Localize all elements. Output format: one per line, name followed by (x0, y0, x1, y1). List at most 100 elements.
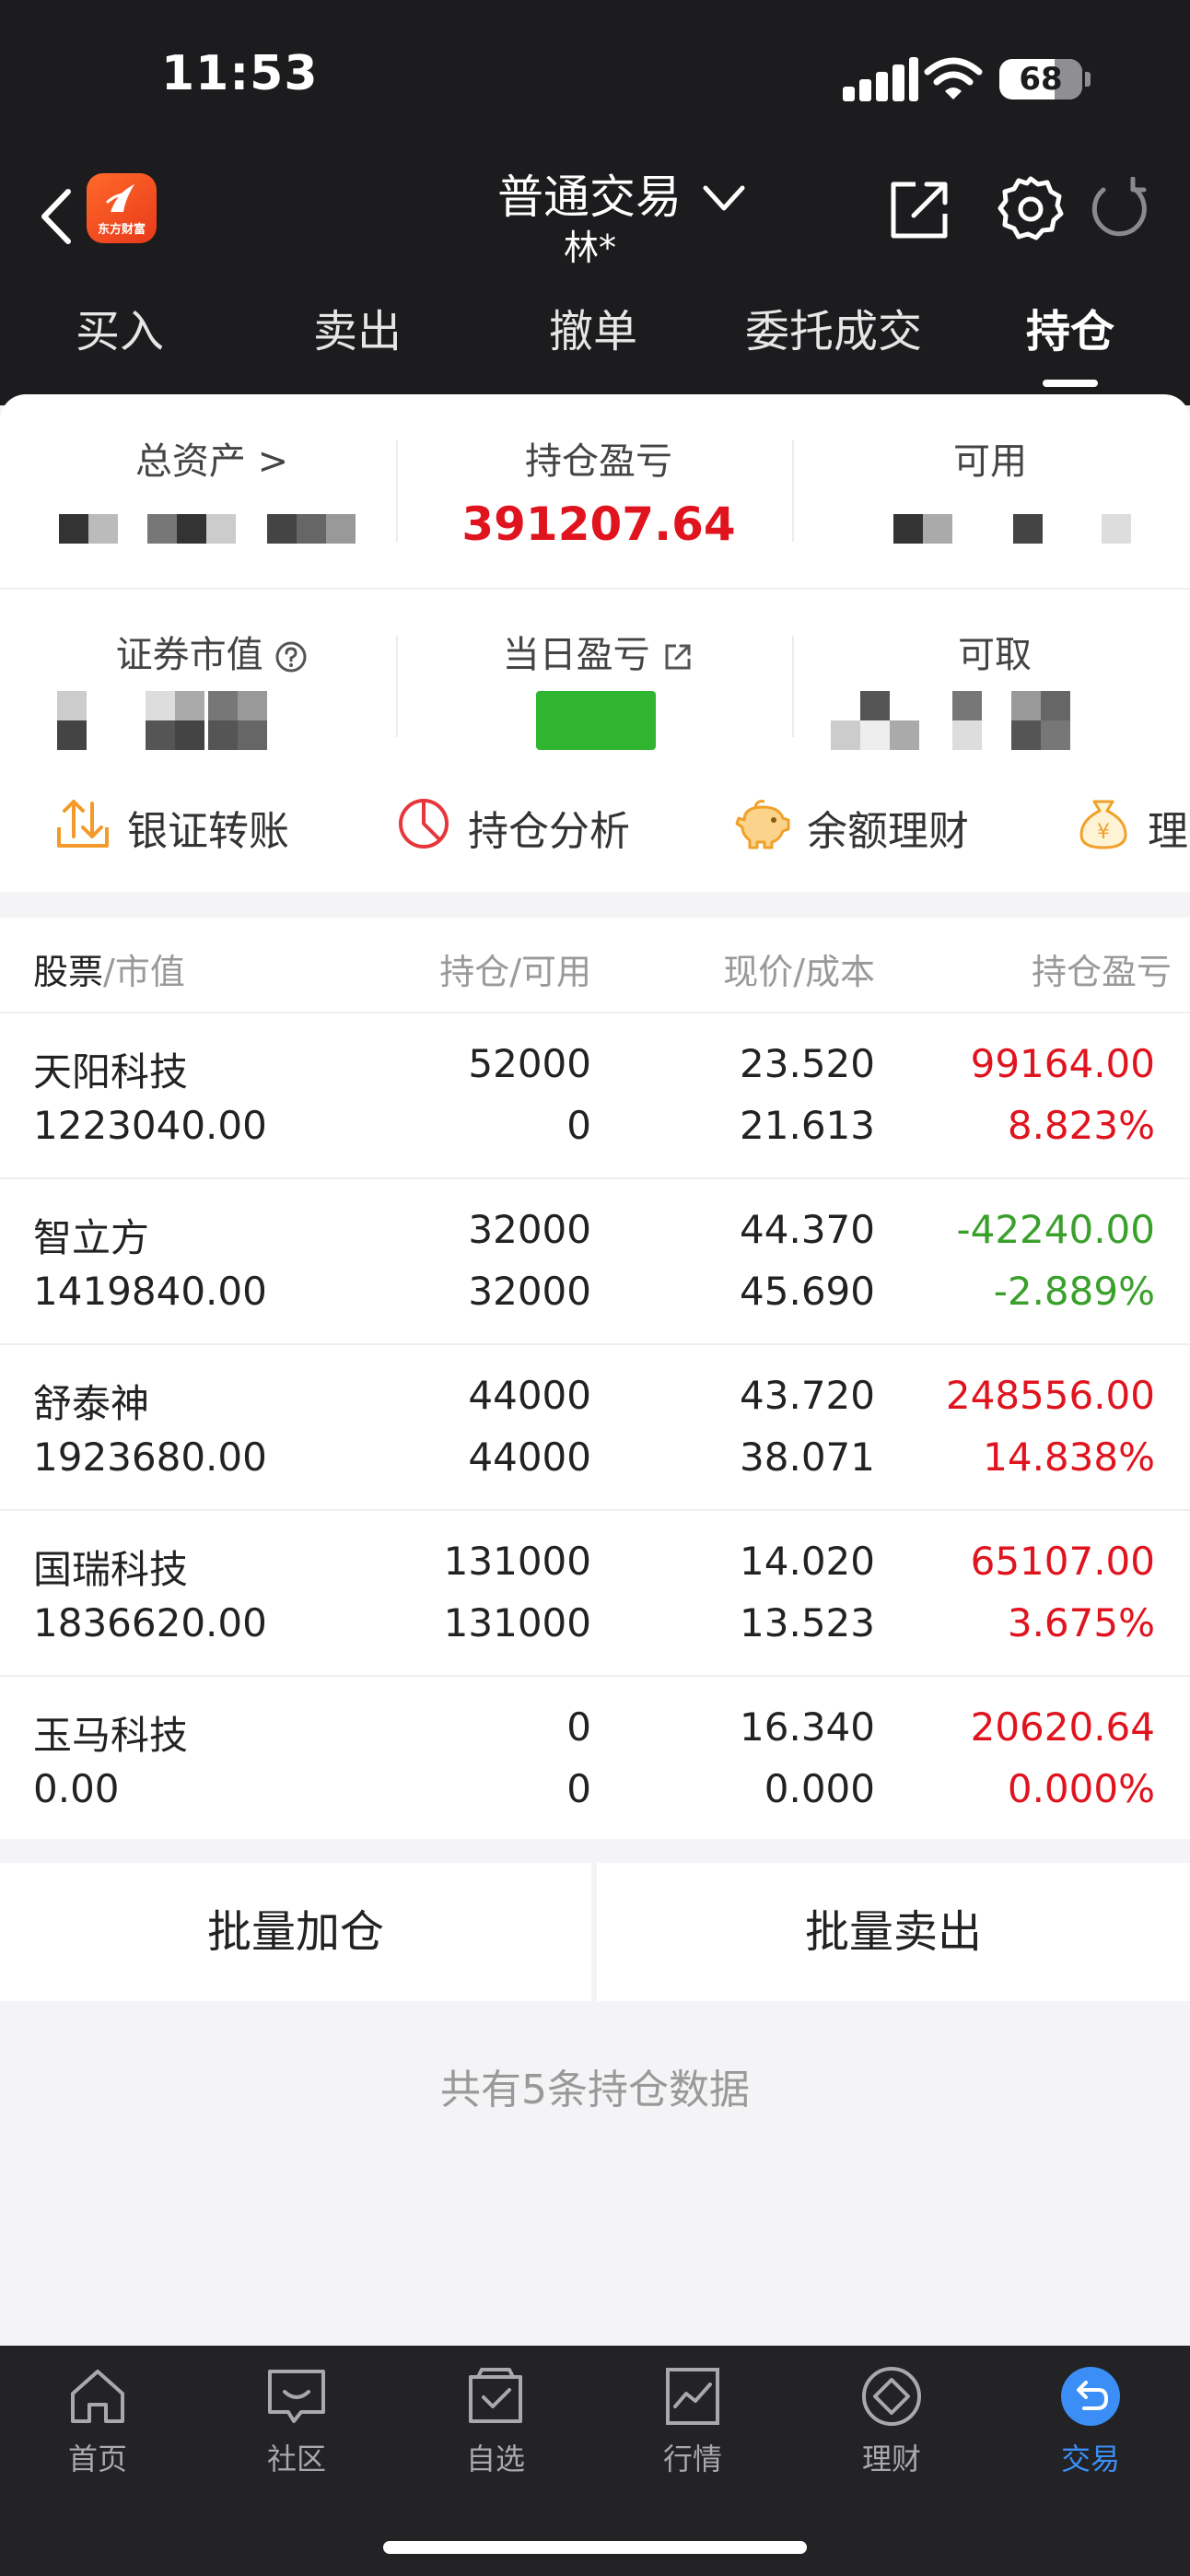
table-row[interactable]: 玉马科技 0.00 0 0 16.340 0.000 20620.64 0.00… (0, 1677, 1190, 1841)
stock-pnl: 65107.00 (970, 1539, 1155, 1584)
table-row[interactable]: 国瑞科技 1836620.00 131000 131000 14.020 13.… (0, 1511, 1190, 1677)
header-stock: 股票 (33, 952, 104, 992)
pie-chart-icon (399, 799, 449, 849)
header-market-value: /市值 (103, 952, 185, 992)
position-analysis-label: 持仓分析 (468, 808, 630, 855)
stock-available: 0 (566, 1103, 591, 1148)
help-icon[interactable] (274, 640, 308, 673)
home-icon (71, 2370, 124, 2423)
stock-market-value: 1223040.00 (33, 1103, 267, 1148)
stock-pnl-percent: 3.675% (1007, 1600, 1155, 1645)
tab-cancel[interactable]: 撤单 (519, 295, 667, 369)
divider (792, 636, 794, 737)
back-icon[interactable] (35, 186, 81, 247)
bank-transfer-button[interactable]: 银证转账 (55, 790, 332, 864)
stock-name: 国瑞科技 (33, 1547, 189, 1592)
refresh-icon[interactable] (1087, 177, 1151, 241)
divider (396, 636, 398, 737)
wealth-management-button[interactable]: ¥ 理财 (1076, 790, 1190, 864)
withdrawable-label: 可取 (958, 634, 1032, 676)
stock-position: 131000 (443, 1539, 591, 1584)
table-row[interactable]: 天阳科技 1223040.00 52000 0 23.520 21.613 99… (0, 1013, 1190, 1179)
tabbar-community[interactable]: 社区 (241, 2364, 352, 2502)
position-analysis-button[interactable]: 持仓分析 (396, 790, 672, 864)
stock-position: 44000 (468, 1373, 591, 1418)
stock-market-value: 1836620.00 (33, 1600, 267, 1645)
community-icon (268, 2370, 325, 2423)
stock-name: 玉马科技 (33, 1713, 189, 1758)
divider (792, 440, 794, 542)
holdings-count-note: 共有5条持仓数据 (440, 2067, 750, 2113)
transfer-icon (57, 800, 109, 848)
wealth-icon (862, 2367, 921, 2426)
tab-orders[interactable]: 委托成交 (728, 295, 939, 369)
stock-pnl-percent: -2.889% (993, 1269, 1155, 1314)
gear-icon[interactable] (997, 175, 1065, 243)
tabbar-watchlist-label: 自选 (465, 2441, 525, 2476)
available-value-masked (838, 514, 1133, 544)
batch-add-label: 批量加仓 (206, 1906, 384, 1958)
wifi-icon (924, 57, 983, 100)
daily-pnl[interactable]: 当日盈亏 (405, 625, 792, 678)
stock-market-value: 1419840.00 (33, 1269, 267, 1314)
trade-tabs: 买入 卖出 撤单 委托成交 持仓 (0, 295, 1190, 369)
market-value: 证券市值 (18, 625, 405, 678)
market-value-masked (57, 691, 333, 750)
total-assets-value-masked (59, 514, 359, 544)
tabbar-home-label: 首页 (67, 2441, 127, 2476)
stock-cost: 0.000 (764, 1766, 875, 1811)
app-logo: 东方财富 (87, 173, 157, 243)
tabbar-market[interactable]: 行情 (637, 2364, 748, 2502)
balance-wealth-button[interactable]: 余额理财 (735, 790, 1011, 864)
stock-pnl-percent: 14.838% (983, 1434, 1155, 1480)
chevron-down-icon[interactable] (698, 175, 750, 221)
daily-pnl-masked (536, 691, 656, 750)
tab-sell[interactable]: 卖出 (284, 295, 431, 369)
position-pnl: 持仓盈亏 391207.64 (405, 431, 792, 551)
stock-price: 14.020 (740, 1539, 875, 1584)
tab-buy[interactable]: 买入 (46, 295, 193, 369)
withdrawable-value-masked (831, 691, 1070, 750)
stock-pnl-percent: 0.000% (1007, 1766, 1155, 1811)
table-row[interactable]: 智立方 1419840.00 32000 32000 44.370 45.690… (0, 1179, 1190, 1345)
tabbar-watchlist[interactable]: 自选 (440, 2364, 551, 2502)
stock-price: 43.720 (740, 1373, 875, 1418)
total-assets[interactable]: 总资产 > (18, 431, 405, 485)
piggy-bank-icon (735, 800, 790, 849)
nav-bar: 东方财富 普通交易 林* (0, 157, 1190, 276)
stock-pnl: -42240.00 (956, 1207, 1155, 1252)
position-pnl-value: 391207.64 (461, 498, 736, 551)
tab-positions[interactable]: 持仓 (997, 295, 1144, 369)
stock-available: 44000 (468, 1434, 591, 1480)
status-bar: 11:53 68 (0, 0, 1190, 157)
stock-available: 32000 (468, 1269, 591, 1314)
stock-cost: 21.613 (740, 1103, 875, 1148)
account-summary-card: 总资产 > 持仓盈亏 391207.64 可用 证券市值 当日盈亏 可取 银证转… (0, 394, 1190, 892)
stock-pnl-percent: 8.823% (1007, 1103, 1155, 1148)
nav-title[interactable]: 普通交易 (497, 160, 682, 227)
stock-cost: 38.071 (740, 1434, 875, 1480)
external-link-icon[interactable] (661, 640, 694, 673)
stock-pnl: 248556.00 (945, 1373, 1155, 1418)
share-icon[interactable] (886, 177, 952, 243)
battery-level: 68 (1019, 61, 1063, 98)
stock-available: 131000 (443, 1600, 591, 1645)
svg-text:¥: ¥ (1097, 821, 1110, 844)
stock-name: 舒泰神 (33, 1381, 150, 1426)
tabbar-wealth[interactable]: 理财 (836, 2364, 947, 2502)
home-indicator[interactable] (383, 2541, 807, 2554)
account-name: 林* (564, 228, 617, 268)
stock-cost: 45.690 (740, 1269, 875, 1314)
divider (0, 588, 1190, 590)
available-funds: 可用 (801, 431, 1179, 485)
watchlist-icon (469, 2368, 522, 2423)
tabbar-home[interactable]: 首页 (42, 2364, 153, 2502)
table-row[interactable]: 舒泰神 1923680.00 44000 44000 43.720 38.071… (0, 1345, 1190, 1511)
tabbar-trade[interactable]: 交易 (1035, 2364, 1146, 2502)
batch-sell-button[interactable]: 批量卖出 (597, 1863, 1190, 2001)
stock-position: 0 (566, 1704, 591, 1750)
battery-icon: 68 (999, 59, 1082, 100)
batch-add-button[interactable]: 批量加仓 (0, 1863, 591, 2001)
stock-position: 52000 (468, 1041, 591, 1086)
tabbar-trade-label: 交易 (1060, 2441, 1120, 2476)
